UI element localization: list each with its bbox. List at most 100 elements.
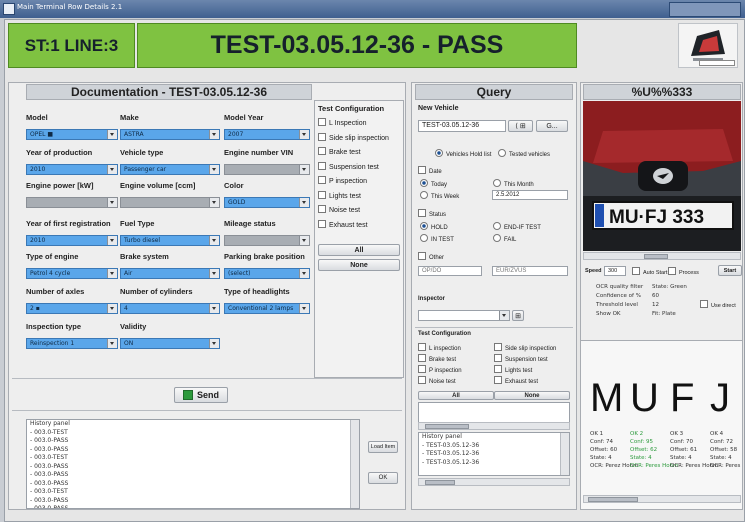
test-checkbox-noise-test[interactable]: Noise test [318,205,360,214]
status-hold[interactable]: HOLD [420,222,448,231]
query-results-list[interactable]: History panel - TEST-03.05.12-36- TEST-03… [418,432,570,476]
fuel-type-select[interactable]: Turbo diesel [120,235,220,246]
scroll-thumb[interactable] [588,497,638,502]
go-button[interactable]: G... [536,120,568,132]
vehicle-type-select[interactable]: Passenger car [120,164,220,175]
chevron-down-icon [209,130,219,139]
number-of-axles-select[interactable]: 2 ▪ [26,303,118,314]
query-test-exhaust-test[interactable]: Exhaust test [494,376,538,385]
query-hscroll[interactable] [418,422,570,430]
color-select[interactable]: GOLD [224,197,310,208]
validity-select[interactable]: ON [120,338,220,349]
speed-input[interactable]: 300 [604,266,626,276]
scroll-thumb[interactable] [425,480,455,485]
radio-this-week[interactable]: This Week [420,191,459,200]
brake-system-label: Brake system [120,252,169,261]
radio-tested-vehicles[interactable]: Tested vehicles [498,149,550,158]
query-test-brake-test[interactable]: Brake test [418,354,456,363]
other-input-a[interactable]: OP/DO [418,266,482,276]
brake-system-select[interactable]: Air [120,268,220,279]
ocr-hscroll[interactable] [583,495,741,503]
test-checkbox-exhaust-test[interactable]: Exhaust test [318,220,368,229]
results-scrollbar[interactable] [560,433,569,475]
all-button[interactable]: All [318,244,400,256]
chevron-down-icon [209,198,219,207]
use-direct-checkbox[interactable]: Use direct [700,300,736,309]
status-checkbox[interactable]: Status [418,209,446,218]
status-end-test[interactable]: END-IF TEST [493,222,541,231]
history-scrollbar[interactable] [350,420,359,508]
number-of-axles-value: 2 ▪ [30,305,40,312]
engine-power-kw-select[interactable] [26,197,118,208]
divider [415,327,573,328]
ocr-setting-label: Confidence of % [596,293,641,299]
make-select[interactable]: ASTRA [120,129,220,140]
radio-today[interactable]: Today [420,179,447,188]
validity-label: Validity [120,322,147,331]
parking-brake-position-select[interactable]: (select) [224,268,310,279]
year-of-first-registration-select[interactable]: 2010 [26,235,118,246]
test-checkbox-suspension-test[interactable]: Suspension test [318,162,379,171]
radio-this-month[interactable]: This Month [493,179,534,188]
scroll-thumb[interactable] [644,254,668,259]
chevron-down-icon [299,130,309,139]
model-year-value: 2007 [228,131,244,138]
query-test-l-inspection[interactable]: L inspection [418,343,461,352]
new-vehicle-label: New Vehicle [418,105,459,112]
other-checkbox[interactable]: Other [418,252,444,261]
year-of-production-select[interactable]: 2010 [26,164,118,175]
type-of-headlights-select[interactable]: Conventional 2 lamps [224,303,310,314]
history-list[interactable]: History panel - 003.0-TEST - 003.0-PASS - 0… [26,419,360,509]
year-of-first-registration-value: 2010 [30,237,46,244]
auto-start-checkbox[interactable]: Auto Start [632,267,667,276]
query-test-side-slip-inspection[interactable]: Side slip inspection [494,343,556,352]
type-of-engine-label: Type of engine [26,252,79,261]
camera-hscroll[interactable] [583,252,741,260]
ok-button[interactable]: OK [368,472,398,484]
test-checkbox-l-inspection[interactable]: L Inspection [318,118,367,127]
load-item-button[interactable]: Load Item [368,441,398,453]
query-test-noise-test[interactable]: Noise test [418,376,456,385]
status-fail[interactable]: FAIL [493,234,516,243]
none-button[interactable]: None [318,259,400,271]
query-test-lights-test[interactable]: Lights test [494,365,532,374]
vehicle-id-input[interactable]: TEST-03.05.12-36 [418,120,506,132]
test-checkbox-side-slip-inspection[interactable]: Side slip inspection [318,133,389,142]
mileage-status-select[interactable] [224,235,310,246]
model-year-select[interactable]: 2007 [224,129,310,140]
test-checkbox-lights-test[interactable]: Lights test [318,191,361,200]
chevron-down-icon [299,304,309,313]
number-of-cylinders-select[interactable]: 4 [120,303,220,314]
results-hscroll[interactable] [418,478,570,486]
test-checkbox-brake-test[interactable]: Brake test [318,147,361,156]
scroll-thumb[interactable] [425,424,469,429]
send-button[interactable]: Send [174,387,228,403]
inspector-button[interactable]: ⊞ [512,310,524,321]
list-item: - TEST-03.05.12-36 [422,458,480,466]
search-vehicle-button[interactable]: ⟨ ⊞ [508,120,533,132]
query-none-button[interactable]: None [494,391,570,400]
window-controls[interactable] [669,2,741,17]
date-input[interactable]: 2.5.2012 [492,190,568,200]
date-checkbox[interactable]: Date [418,166,442,175]
inspector-select[interactable] [418,310,510,321]
brake-system-value: Air [124,270,133,277]
vehicle-logo [678,23,738,68]
engine-volume-ccm-select[interactable] [120,197,220,208]
inspection-type-select[interactable]: Reinspection 1 [26,338,118,349]
engine-number-vin-select[interactable] [224,164,310,175]
list-item: - 003.0-TEST [30,488,68,495]
radio-vehicles-hold[interactable]: Vehicles Hold list [435,149,491,158]
start-button[interactable]: Start [718,265,742,276]
query-all-button[interactable]: All [418,391,494,400]
query-test-p-inspection[interactable]: P inspection [418,365,462,374]
type-of-engine-select[interactable]: Petrol 4 cycle [26,268,118,279]
query-test-suspension-test[interactable]: Suspension test [494,354,548,363]
model-value: OPEL ■ [30,131,54,138]
status-in-test[interactable]: IN TEST [420,234,454,243]
other-input-b[interactable]: EUR/ZVUS [492,266,568,276]
test-checkbox-p-inspection[interactable]: P inspection [318,176,367,185]
process-checkbox[interactable]: Process [668,267,699,276]
engine-power-kw-label: Engine power [kW] [26,181,94,190]
model-select[interactable]: OPEL ■ [26,129,118,140]
